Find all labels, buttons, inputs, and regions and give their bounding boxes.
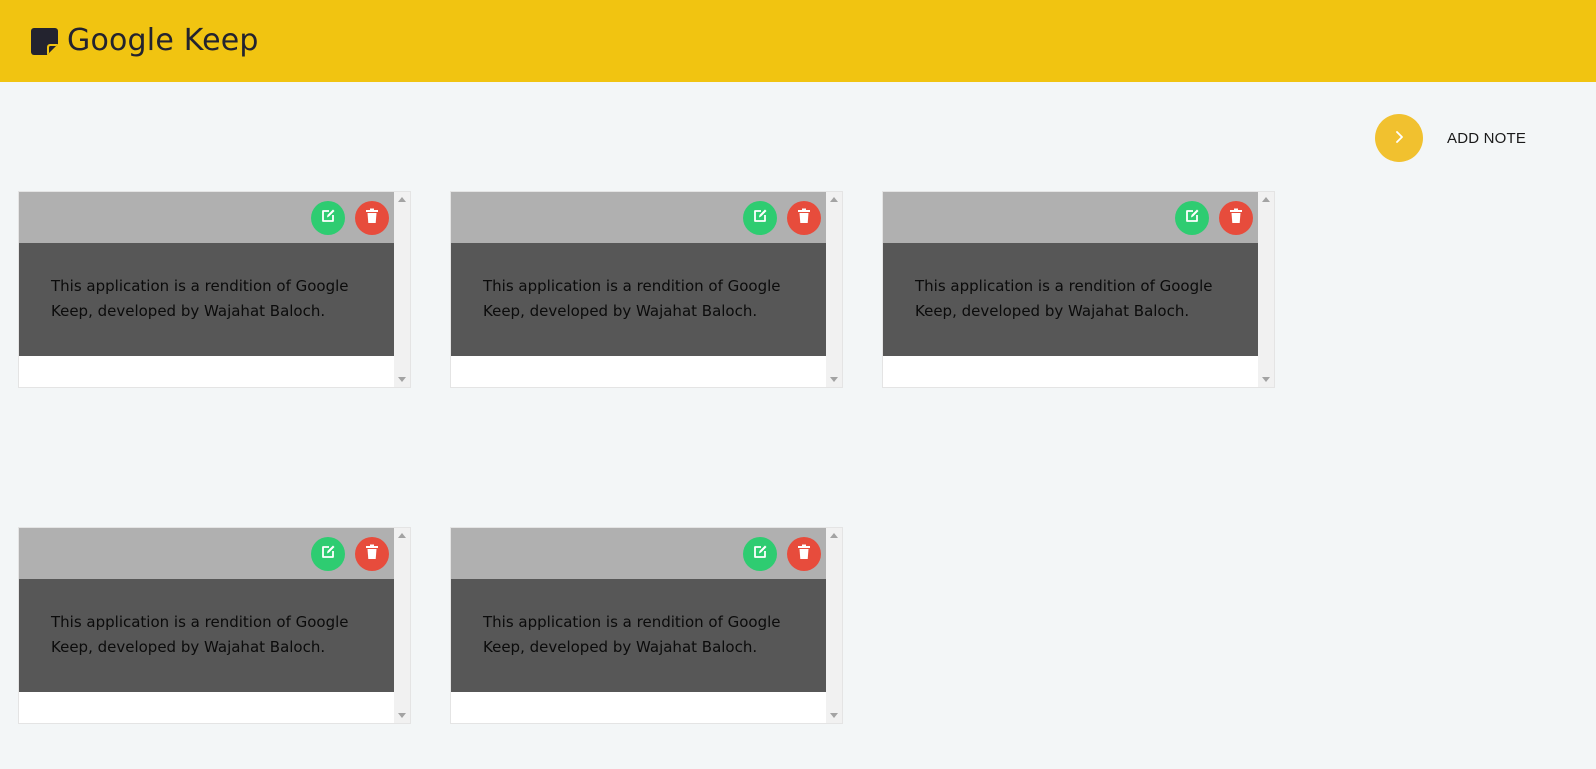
trash-icon	[797, 544, 811, 564]
note-body: This application is a rendition of Googl…	[19, 243, 396, 356]
scroll-down-arrow[interactable]	[1262, 377, 1270, 382]
trash-icon	[1229, 208, 1243, 228]
trash-icon	[797, 208, 811, 228]
edit-icon	[752, 208, 768, 228]
note-scrollbar[interactable]	[826, 528, 842, 723]
edit-note-button[interactable]	[1175, 201, 1209, 235]
scroll-down-arrow[interactable]	[398, 377, 406, 382]
note-text: This application is a rendition of Googl…	[51, 277, 349, 320]
app-title: Google Keep	[67, 23, 259, 58]
delete-note-button[interactable]	[355, 201, 389, 235]
note-header	[19, 528, 396, 579]
trash-icon	[365, 208, 379, 228]
trash-icon	[365, 544, 379, 564]
note-card: This application is a rendition of Googl…	[450, 527, 843, 724]
app-header: Google Keep	[0, 0, 1596, 82]
note-card: This application is a rendition of Googl…	[18, 527, 411, 724]
sticky-note-icon	[30, 27, 59, 56]
note-body: This application is a rendition of Googl…	[451, 243, 828, 356]
note-header	[883, 192, 1260, 243]
scroll-up-arrow[interactable]	[830, 197, 838, 202]
note-card: This application is a rendition of Googl…	[450, 191, 843, 388]
edit-icon	[320, 208, 336, 228]
note-card: This application is a rendition of Googl…	[18, 191, 411, 388]
note-body: This application is a rendition of Googl…	[883, 243, 1260, 356]
edit-note-button[interactable]	[743, 537, 777, 571]
delete-note-button[interactable]	[787, 201, 821, 235]
note-header	[451, 192, 828, 243]
note-header	[19, 192, 396, 243]
edit-icon	[1184, 208, 1200, 228]
delete-note-button[interactable]	[1219, 201, 1253, 235]
edit-note-button[interactable]	[743, 201, 777, 235]
note-scrollbar[interactable]	[1258, 192, 1274, 387]
scroll-up-arrow[interactable]	[1262, 197, 1270, 202]
scroll-up-arrow[interactable]	[830, 533, 838, 538]
note-text: This application is a rendition of Googl…	[51, 613, 349, 656]
scroll-down-arrow[interactable]	[398, 713, 406, 718]
scroll-down-arrow[interactable]	[830, 377, 838, 382]
scroll-down-arrow[interactable]	[830, 713, 838, 718]
brand: Google Keep	[30, 22, 259, 60]
delete-note-button[interactable]	[787, 537, 821, 571]
edit-note-button[interactable]	[311, 537, 345, 571]
scroll-up-arrow[interactable]	[398, 197, 406, 202]
add-note-label[interactable]: ADD NOTE	[1447, 130, 1526, 147]
note-scrollbar[interactable]	[394, 528, 410, 723]
delete-note-button[interactable]	[355, 537, 389, 571]
edit-icon	[320, 544, 336, 564]
note-body: This application is a rendition of Googl…	[451, 579, 828, 692]
chevron-right-icon	[1392, 129, 1406, 148]
note-text: This application is a rendition of Googl…	[483, 613, 781, 656]
note-scrollbar[interactable]	[826, 192, 842, 387]
note-text: This application is a rendition of Googl…	[915, 277, 1213, 320]
note-body: This application is a rendition of Googl…	[19, 579, 396, 692]
note-header	[451, 528, 828, 579]
scroll-up-arrow[interactable]	[398, 533, 406, 538]
add-note-button[interactable]	[1375, 114, 1423, 162]
note-text: This application is a rendition of Googl…	[483, 277, 781, 320]
note-card: This application is a rendition of Googl…	[882, 191, 1275, 388]
edit-icon	[752, 544, 768, 564]
add-note: ADD NOTE	[1375, 114, 1526, 162]
note-scrollbar[interactable]	[394, 192, 410, 387]
edit-note-button[interactable]	[311, 201, 345, 235]
